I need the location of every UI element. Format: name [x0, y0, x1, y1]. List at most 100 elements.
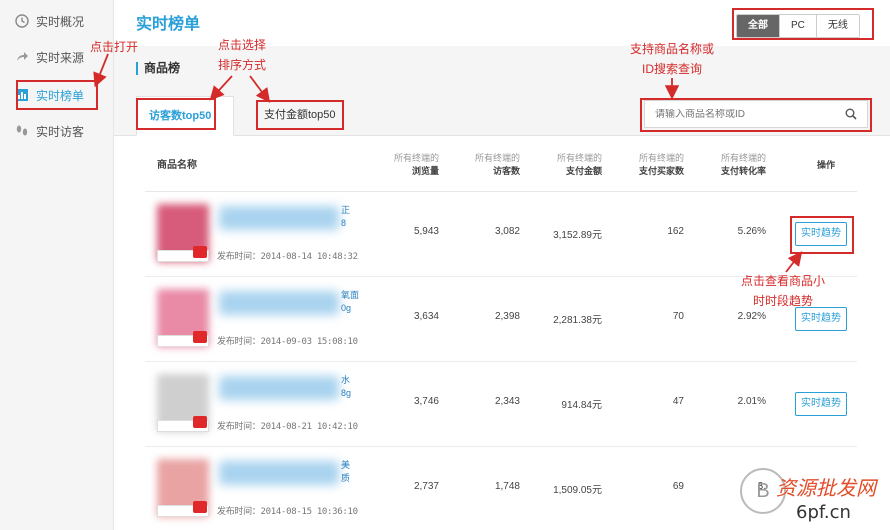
cell-buyers: 47: [672, 396, 684, 407]
sidebar-item-ranking[interactable]: 实时榜单: [14, 82, 110, 108]
device-filter: 全部 PC 无线: [736, 14, 860, 38]
bar-chart-icon: [14, 87, 30, 103]
publish-time-value: 2014-08-15 10:36:10: [260, 507, 359, 517]
realtime-trend-button[interactable]: 实时趋势: [795, 222, 847, 246]
publish-time-label: 发布时间：: [217, 252, 261, 262]
column-header-main: 支付转化率: [720, 166, 766, 176]
cell-rate: 5.26%: [737, 226, 766, 237]
publish-time: 发布时间：2014-08-14 10:48:32: [217, 249, 358, 262]
section-title: 商品榜: [136, 62, 180, 75]
sidebar-item-label: 实时概况: [36, 14, 85, 29]
annotation-sort-line2: 排序方式: [218, 58, 267, 72]
column-header-uv: 所有终端的访客数: [475, 152, 520, 178]
cell-amount: 2,281.38元: [553, 315, 602, 326]
search-input[interactable]: [645, 108, 841, 120]
column-header-name: 商品名称: [157, 160, 197, 171]
cell-pv: 5,943: [413, 226, 439, 237]
column-header-op: 操作: [817, 159, 835, 172]
column-header-main: 浏览量: [411, 166, 439, 176]
cell-pv: 2,737: [413, 481, 439, 492]
annotation-search-line1: 支持商品名称或: [629, 42, 714, 56]
column-header-main: 支付金额: [565, 166, 602, 176]
page-title: 实时榜单: [136, 16, 201, 33]
clock-icon: [14, 13, 30, 29]
sidebar-item-visitors[interactable]: 实时访客: [14, 118, 110, 144]
cell-uv: 2,398: [494, 311, 520, 322]
annotation-trend-line1: 点击查看商品小: [740, 274, 825, 288]
cell-uv: 3,082: [494, 226, 520, 237]
publish-time-value: 2014-09-03 15:08:10: [260, 337, 359, 347]
tab-visitors-top50[interactable]: 访客数top50: [136, 96, 234, 136]
column-header-main: 支付买家数: [638, 166, 684, 176]
annotation-trend-line2: 时时段趋势: [752, 294, 813, 308]
sidebar: 实时概况 实时来源 实时榜单 实时访客: [0, 0, 114, 530]
cell-amount: 1,509.05元: [553, 485, 602, 496]
column-header-sub: 所有终端的: [720, 153, 766, 163]
device-filter-all[interactable]: 全部: [737, 15, 779, 37]
table-row: 水 8g 发布时间：2014-08-21 10:42:10 3,746 2,343 91…: [145, 362, 857, 447]
annotation-search-line2: ID搜索查询: [641, 62, 702, 76]
product-title-blurred[interactable]: [219, 291, 339, 315]
product-title-blurred[interactable]: [219, 206, 339, 230]
footprint-icon: [14, 123, 30, 139]
product-title-tail[interactable]: 正 8: [341, 204, 351, 230]
cell-rate: 2.92%: [737, 311, 766, 322]
sidebar-item-label: 实时来源: [36, 50, 85, 65]
sidebar-item-label: 实时访客: [36, 124, 85, 139]
publish-time-value: 2014-08-21 10:42:10: [260, 422, 359, 432]
column-header-main: 访客数: [492, 166, 520, 176]
promo-tag-icon: [193, 246, 207, 258]
sidebar-item-label: 实时榜单: [36, 88, 85, 103]
cell-amount: 3,152.89元: [553, 230, 602, 241]
table-header: 商品名称 所有终端的浏览量 所有终端的访客数 所有终端的支付金额 所有终端的支付…: [145, 136, 857, 192]
column-header-amount: 所有终端的支付金额: [557, 152, 602, 178]
publish-time-label: 发布时间：: [217, 422, 261, 432]
device-filter-pc[interactable]: PC: [779, 15, 816, 37]
watermark: B 资源批发网 6pf.cn: [740, 462, 890, 530]
publish-time: 发布时间：2014-09-03 15:08:10: [217, 334, 358, 347]
tab-payment-top50[interactable]: 支付金额top50: [252, 96, 358, 136]
table-row: 正 8 发布时间：2014-08-14 10:48:32 5,943 3,082 3,1…: [145, 192, 857, 277]
publish-time: 发布时间：2014-08-15 10:36:10: [217, 504, 358, 517]
publish-time: 发布时间：2014-08-21 10:42:10: [217, 419, 358, 432]
cell-pv: 3,746: [413, 396, 439, 407]
device-filter-wireless[interactable]: 无线: [815, 15, 859, 37]
watermark-site: 6pf.cn: [796, 502, 851, 523]
column-header-sub: 所有终端的: [556, 153, 602, 163]
column-header-sub: 所有终端的: [393, 153, 439, 163]
sidebar-item-overview[interactable]: 实时概况: [14, 8, 110, 34]
cell-buyers: 162: [667, 226, 684, 237]
search-box: [644, 100, 868, 128]
cell-pv: 3,634: [413, 311, 439, 322]
promo-tag-icon: [193, 501, 207, 513]
product-title-tail[interactable]: 氧面 0g: [341, 289, 359, 315]
app-root: 实时概况 实时来源 实时榜单 实时访客 实时榜单 全部 PC 无线 商品榜 访客…: [0, 0, 890, 530]
search-icon[interactable]: [841, 108, 861, 120]
column-header-sub: 所有终端的: [474, 153, 520, 163]
column-header-buyers: 所有终端的支付买家数: [639, 152, 684, 178]
promo-tag-icon: [193, 331, 207, 343]
cell-amount: 914.84元: [561, 400, 602, 411]
share-arrow-icon: [14, 49, 30, 65]
cell-buyers: 70: [672, 311, 684, 322]
cell-rate: 2.01%: [737, 396, 766, 407]
product-title-blurred[interactable]: [219, 376, 339, 400]
realtime-trend-button[interactable]: 实时趋势: [795, 392, 847, 416]
publish-time-label: 发布时间：: [217, 507, 261, 517]
promo-tag-icon: [193, 416, 207, 428]
column-header-pv: 所有终端的浏览量: [394, 152, 439, 178]
cell-buyers: 69: [672, 481, 684, 492]
cell-uv: 1,748: [494, 481, 520, 492]
product-title-tail[interactable]: 水 8g: [341, 374, 351, 400]
column-header-sub: 所有终端的: [638, 153, 684, 163]
publish-time-label: 发布时间：: [217, 337, 261, 347]
watermark-brand: 资源批发网: [776, 476, 876, 500]
column-header-rate: 所有终端的支付转化率: [721, 152, 766, 178]
cell-uv: 2,343: [494, 396, 520, 407]
column-header-main: 操作: [816, 160, 835, 170]
product-title-blurred[interactable]: [219, 461, 339, 485]
publish-time-value: 2014-08-14 10:48:32: [260, 252, 359, 262]
product-title-tail[interactable]: 美 质: [341, 459, 351, 485]
annotation-sort-line1: 点击选择: [218, 38, 267, 52]
annotation-open: 点击打开: [90, 40, 139, 54]
